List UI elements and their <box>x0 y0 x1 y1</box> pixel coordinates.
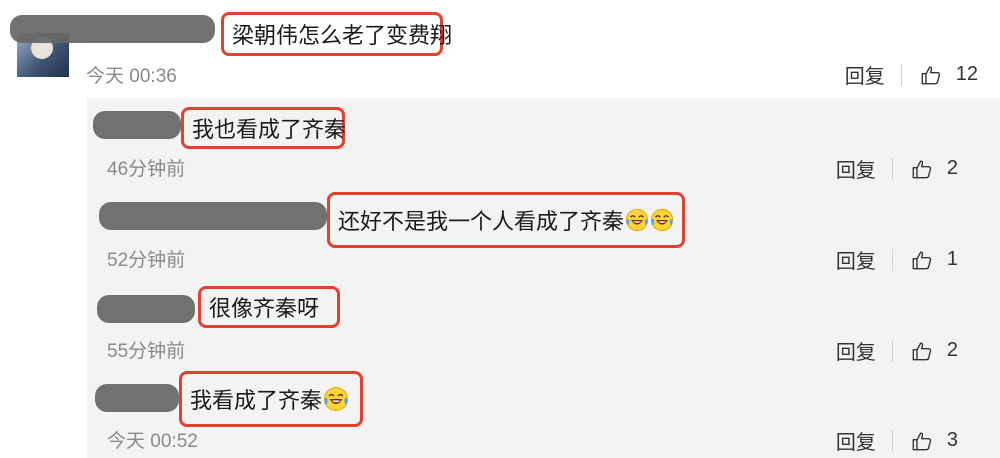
reply-timestamp: 52分钟前 <box>107 250 186 271</box>
thumbs-up-icon[interactable] <box>911 249 933 271</box>
reply-timestamp: 55分钟前 <box>107 341 186 362</box>
reply-text: 我也看成了齐秦 <box>192 118 347 143</box>
like-count: 2 <box>946 157 958 179</box>
reply-text-highlight: 我看成了齐秦 <box>179 371 363 427</box>
reply-actions: 回复 1 <box>836 245 958 274</box>
reply-timestamp: 今天 00:52 <box>107 431 198 452</box>
divider <box>891 157 893 180</box>
laughing-crying-emoji-icon <box>323 386 349 412</box>
like-count: 2 <box>946 339 958 361</box>
reply-text: 很像齐秦呀 <box>209 297 320 322</box>
divider <box>891 429 893 452</box>
comment-actions: 回复 12 <box>845 60 978 89</box>
thumbs-up-icon[interactable] <box>911 430 933 452</box>
reply-button[interactable]: 回复 <box>836 154 876 183</box>
thumbs-up-icon[interactable] <box>911 340 933 362</box>
comment-timestamp: 今天 00:36 <box>86 66 177 87</box>
reply-button[interactable]: 回复 <box>836 426 876 455</box>
redacted-username <box>99 202 327 230</box>
reply-button[interactable]: 回复 <box>836 336 876 365</box>
redacted-username <box>10 15 215 43</box>
laughing-crying-emoji-icon <box>625 207 649 233</box>
reply-text-highlight: 很像齐秦呀 <box>198 286 340 328</box>
like-count: 1 <box>946 248 958 270</box>
reply-text: 我看成了齐秦 <box>190 389 323 414</box>
reply-button[interactable]: 回复 <box>836 245 876 274</box>
like-count: 3 <box>946 429 958 451</box>
comment-text: 梁朝伟怎么老了变费翔 <box>232 24 453 49</box>
laughing-crying-emoji-icon <box>650 207 674 233</box>
thumbs-up-icon[interactable] <box>920 64 942 86</box>
reply-text: 还好不是我一个人看成了齐秦 <box>338 210 625 235</box>
reply-text-highlight: 我也看成了齐秦 <box>181 107 347 149</box>
redacted-username <box>97 295 195 323</box>
redacted-username <box>93 111 181 139</box>
reply-actions: 回复 2 <box>836 336 958 365</box>
divider <box>900 63 902 86</box>
reply-list: 我也看成了齐秦 46分钟前 回复 2 还好不是我一个人看成了齐秦 52分钟前 回… <box>87 98 1000 458</box>
reply-actions: 回复 2 <box>836 154 958 183</box>
reply-button[interactable]: 回复 <box>845 60 885 89</box>
divider <box>891 339 893 362</box>
comment-text-highlight: 梁朝伟怎么老了变费翔 <box>221 12 452 56</box>
thumbs-up-icon[interactable] <box>911 158 933 180</box>
reply-actions: 回复 3 <box>836 426 958 455</box>
redacted-username <box>95 384 179 412</box>
reply-text-highlight: 还好不是我一个人看成了齐秦 <box>327 192 685 248</box>
like-count: 12 <box>955 63 978 85</box>
reply-timestamp: 46分钟前 <box>107 159 186 180</box>
main-comment: 梁朝伟怎么老了变费翔 今天 00:36 回复 12 <box>0 0 1000 98</box>
divider <box>891 248 893 271</box>
